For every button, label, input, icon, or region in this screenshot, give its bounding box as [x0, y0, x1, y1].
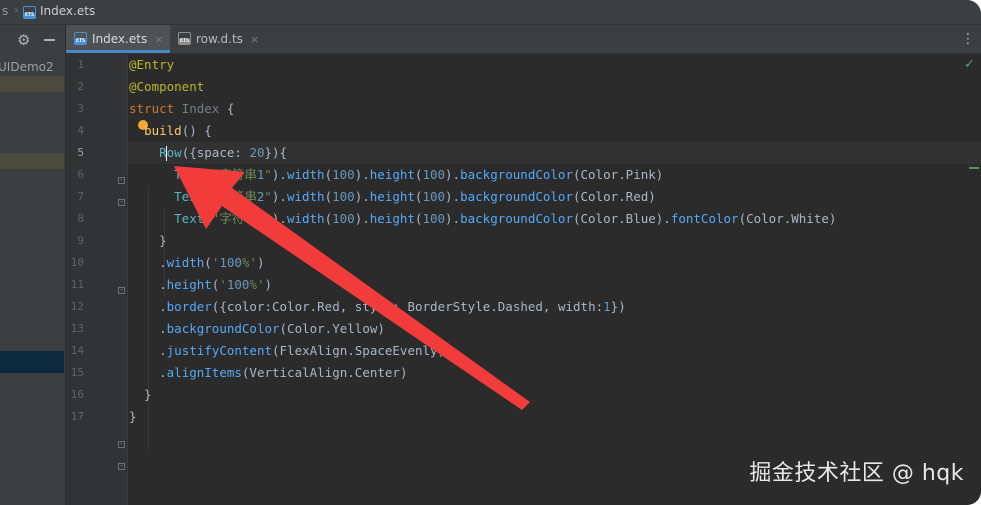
tab-index-ets[interactable]: ETS Index.ets ×	[66, 25, 170, 53]
ets-file-icon: ETS	[74, 32, 87, 45]
line-number: 7	[77, 190, 84, 203]
tab-label: Index.ets	[92, 32, 148, 46]
line-number: 4	[77, 124, 84, 137]
minimize-icon[interactable]	[44, 39, 55, 41]
line-number: 2	[77, 80, 84, 93]
code-line: @Component	[129, 79, 205, 94]
breadcrumb-file[interactable]: Index.ets	[40, 4, 95, 18]
code-line: Text("字符串3").width(100).height(100).back…	[174, 211, 837, 226]
ets-file-icon: ETS	[23, 5, 36, 19]
code-line: Text("字符串1").width(100).height(100).back…	[174, 167, 664, 182]
editor-tab-bar: ETS Index.ets × ETS row.d.ts × ⋮	[66, 25, 981, 54]
line-number: 5	[77, 146, 84, 159]
line-number: 11	[70, 278, 84, 291]
line-number: 13	[70, 322, 84, 335]
code-line: build() {	[144, 123, 212, 138]
ts-file-icon: ETS	[178, 32, 191, 45]
code-line: .height('100%')	[129, 277, 273, 292]
fold-icon[interactable]: -	[118, 441, 125, 448]
watermark: 掘金技术社区 @ hqk	[749, 461, 964, 486]
fold-icon[interactable]: -	[118, 199, 125, 206]
code-line: struct Index {	[129, 101, 235, 116]
line-number: 1	[77, 58, 84, 71]
line-number: 8	[77, 212, 84, 225]
tab-row-d-ts[interactable]: ETS row.d.ts ×	[170, 25, 266, 53]
code-line: }	[129, 387, 152, 402]
line-number: 3	[77, 102, 84, 115]
project-tree-label: UIDemo2	[0, 60, 54, 74]
close-icon[interactable]: ×	[154, 33, 163, 46]
line-number: 6	[77, 168, 84, 181]
close-icon[interactable]: ×	[250, 33, 259, 46]
change-marker	[969, 167, 979, 169]
fold-icon[interactable]: -	[118, 463, 125, 470]
tab-label: row.d.ts	[196, 32, 243, 46]
line-number: 17	[70, 410, 84, 423]
ide-window: s › ETS Index.ets ⚙ UIDemo2 ETS Index.et…	[0, 0, 981, 505]
line-number: 12	[70, 300, 84, 313]
code-editor[interactable]: 1 2 3 4 5 6 7 8 9 10 11 12 13 14 15 16 17 - - - - - @Ent…	[66, 54, 981, 505]
checkmark-icon[interactable]: ✓	[964, 57, 975, 72]
title-prefix: s	[2, 4, 9, 18]
fold-icon[interactable]: -	[118, 287, 125, 294]
code-line-current: Row({space: 20}){	[159, 145, 288, 161]
line-number: 15	[70, 366, 84, 379]
project-panel: ⚙ UIDemo2	[0, 25, 66, 505]
settings-gear-icon[interactable]: ⚙	[17, 31, 30, 49]
code-line: .justifyContent(FlexAlign.SpaceEvenly)	[129, 343, 446, 358]
code-line: Text("字符串2").width(100).height(100).back…	[174, 189, 656, 204]
project-tree-row-selected[interactable]	[0, 351, 64, 373]
code-line: }	[129, 233, 167, 248]
code-line: .border({color:Color.Red, style: BorderS…	[129, 299, 626, 314]
code-line: }	[129, 409, 137, 424]
code-line: .alignItems(VerticalAlign.Center)	[129, 365, 408, 380]
line-number: 14	[70, 344, 84, 357]
line-number: 10	[70, 256, 84, 269]
project-tree-row[interactable]	[0, 153, 64, 169]
breadcrumb-separator-icon: ›	[14, 3, 19, 17]
code-line: @Entry	[129, 57, 175, 72]
line-number: 16	[70, 388, 84, 401]
project-tree-item[interactable]: UIDemo2	[0, 58, 64, 76]
project-tree-row[interactable]	[0, 76, 64, 92]
title-bar: s › ETS Index.ets	[0, 0, 981, 25]
more-vertical-icon[interactable]: ⋮	[961, 31, 975, 47]
code-line: .backgroundColor(Color.Yellow)	[129, 321, 385, 336]
fold-icon[interactable]: -	[118, 177, 125, 184]
code-line: .width('100%')	[129, 255, 265, 270]
line-number: 9	[77, 234, 84, 247]
